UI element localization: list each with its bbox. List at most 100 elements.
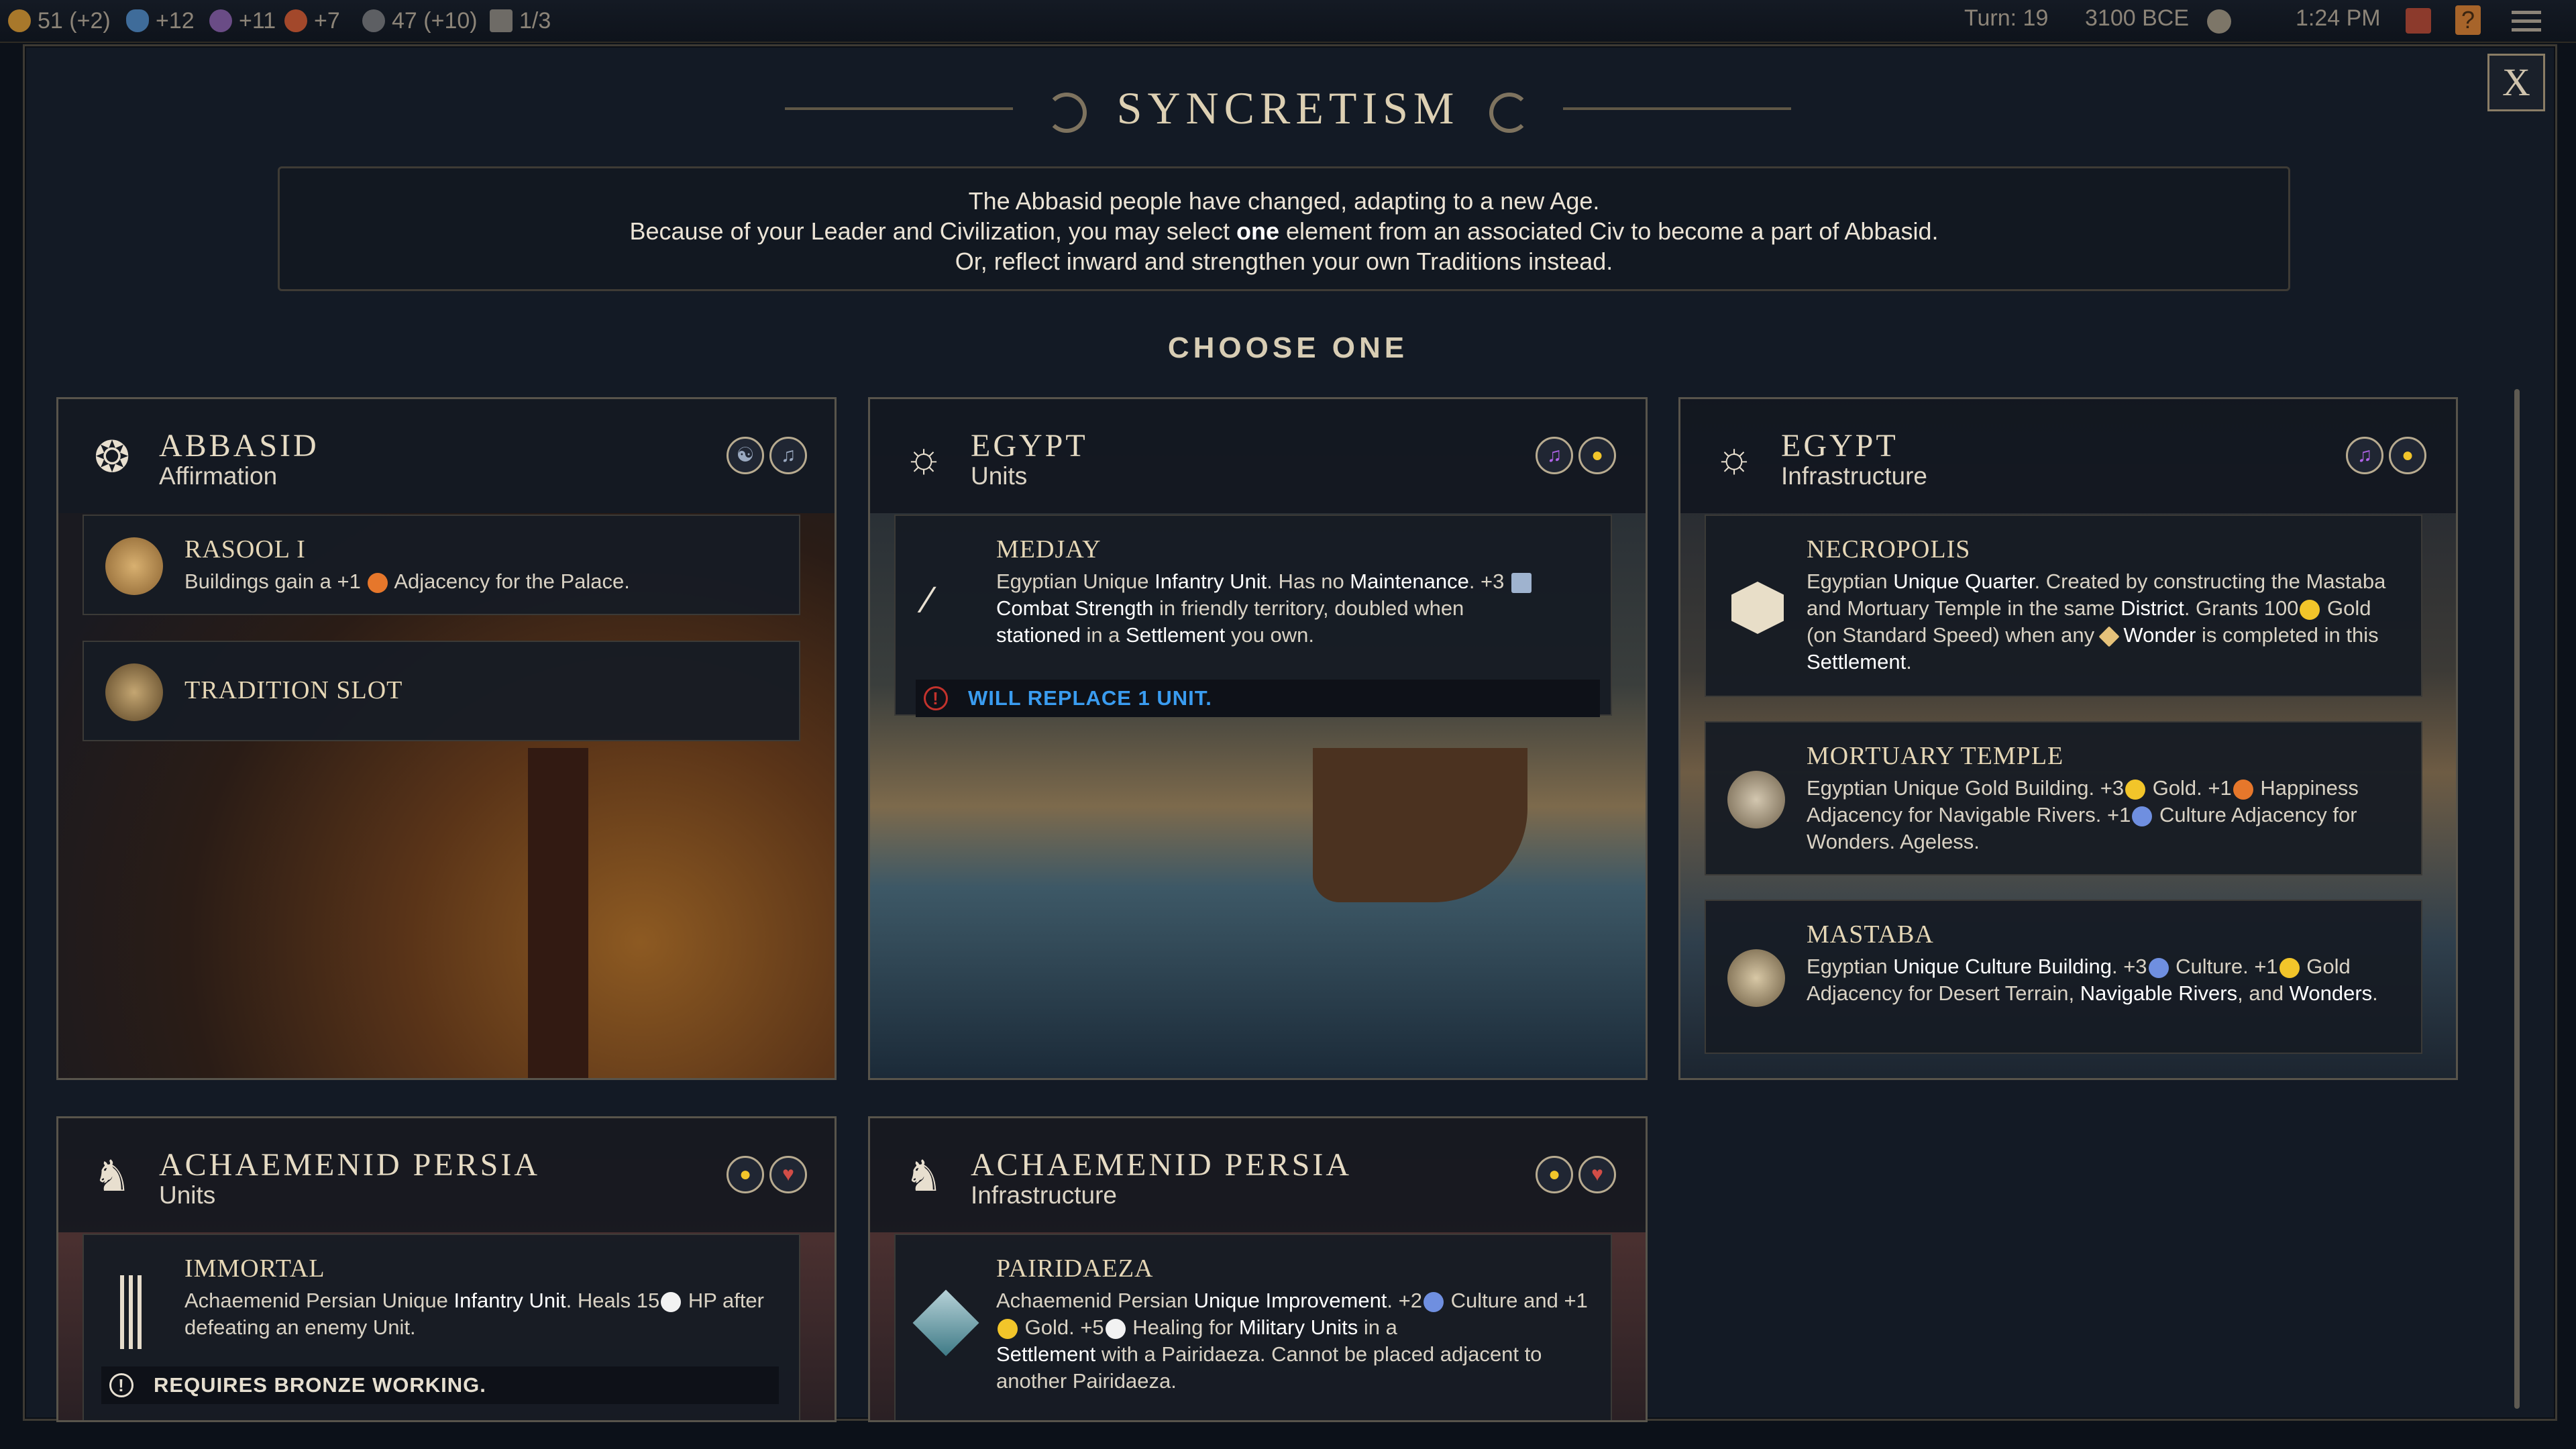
entry-name: MORTUARY TEMPLE [1807,742,2064,770]
card-civ-name: EGYPT [1781,428,1898,464]
choose-one-heading: CHOOSE ONE [1167,331,1409,364]
pairidaeza-icon [912,1289,979,1356]
intro-line-1: The Abbasid people have changed, adaptin… [968,187,1600,215]
entry-tradition-slot[interactable]: TRADITION SLOT [83,641,800,741]
gold-badge-icon: ● [1578,437,1616,474]
entry-name: RASOOL I [184,535,306,564]
gold-icon [2279,957,2300,978]
clock-time: 1:24 PM [2296,5,2381,31]
culture-badge-icon: ♫ [1536,437,1573,474]
egypt-eye-emblem-icon: ☼ [904,433,944,481]
top-status-bar: 51 (+2) +12 +11 +7 47 (+10) 1/3 Turn: 19… [0,0,2576,43]
science-stat[interactable]: +12 [126,7,195,35]
title-ornament-right [1563,107,1791,110]
culture-icon [2148,957,2169,978]
culture-note-icon [209,9,232,32]
gold-coin-icon [8,9,31,32]
entry-description: Egyptian Unique Quarter. Created by cons… [1807,570,2386,674]
entry-name: NECROPOLIS [1807,535,1971,564]
medjay-spear-icon: ⁄ [925,578,932,621]
gold-badge-icon: ● [2389,437,2426,474]
mastaba-icon [1727,949,1785,1007]
science-flask-icon [126,9,149,32]
culture-badge-icon: ♫ [2346,437,2383,474]
intro-panel: The Abbasid people have changed, adaptin… [278,166,2290,291]
health-heart-icon [661,1291,682,1312]
turn-counter: Turn: 19 [1964,5,2049,31]
boat-art [1313,748,1527,902]
year-display: 3100 BCE [2085,5,2189,31]
card-civ-name: ACHAEMENID PERSIA [971,1147,1352,1183]
persia-lion-emblem-icon: ♞ [904,1152,943,1200]
expansion-badge-icon: ♫ [769,437,807,474]
military-badge-icon: ♥ [1578,1156,1616,1193]
happiness-icon [368,572,388,593]
entry-name: MASTABA [1807,920,1934,949]
gold-badge-icon: ● [1536,1156,1573,1193]
culture-icon [2132,806,2153,826]
diplomacy-badge-icon: ☯ [727,437,764,474]
entry-description: Egyptian Unique Infantry Unit. Has no Ma… [996,568,1593,649]
title-ornament-right-curl [1489,93,1529,133]
influence-stat[interactable]: 47 (+10) [362,7,478,35]
military-badge-icon: ♥ [769,1156,807,1193]
entry-description: Achaemenid Persian Unique Improvement. +… [996,1289,1588,1393]
entry-description: Buildings gain a +1 Adjacency for the Pa… [184,570,630,593]
settlement-stat[interactable]: 1/3 [490,7,551,35]
card-category: Units [971,462,1028,490]
card-civ-name: ACHAEMENID PERSIA [159,1147,541,1183]
leader-icon[interactable] [2406,8,2431,34]
entry-description: Egyptian Unique Gold Building. +3 Gold. … [1807,776,2359,853]
gold-badge-icon: ● [727,1156,764,1193]
wonder-icon [2098,626,2120,647]
card-category: Infrastructure [1781,462,1927,490]
gold-stat[interactable]: 51 (+2) [8,7,111,35]
entry-name: PAIRIDAEZA [996,1254,1154,1283]
culture-stat[interactable]: +11 [209,7,276,35]
persia-lion-emblem-icon: ♞ [93,1152,131,1200]
card-egypt-infrastructure[interactable]: ☼ EGYPT Infrastructure ♫ ● NECROPOLIS Eg… [1678,397,2458,1080]
card-category: Infrastructure [971,1181,1117,1209]
warning-icon: ! [924,686,948,710]
card-egypt-units[interactable]: ☼ EGYPT Units ♫ ● ⁄ MEDJAY Egyptian Uniq… [868,397,1648,1080]
entry-rasool-i[interactable]: RASOOL I Buildings gain a +1 Adjacency f… [83,515,800,615]
mortuary-temple-icon [1727,771,1785,828]
gold-icon [2300,599,2320,620]
entry-mortuary-temple[interactable]: MORTUARY TEMPLE Egyptian Unique Gold Bui… [1705,721,2422,875]
tradition-slot-icon [105,663,163,721]
entry-name: MEDJAY [996,535,1102,564]
warning-icon: ! [109,1373,133,1397]
entry-pairidaeza[interactable]: PAIRIDAEZA Achaemenid Persian Unique Imp… [894,1234,1612,1420]
entry-name: TRADITION SLOT [184,676,403,704]
menu-icon[interactable] [2512,8,2541,32]
culture-icon [1424,1291,1444,1312]
necropolis-icon [1731,582,1784,634]
card-abbasid-affirmation[interactable]: ❂ ABBASID Affirmation ☯ ♫ RASOOL I Build… [56,397,837,1080]
happiness-stat[interactable]: +7 [284,7,340,35]
health-heart-icon [1105,1318,1126,1339]
entry-name: IMMORTAL [184,1254,325,1283]
abbasid-emblem-icon: ❂ [94,433,130,481]
help-icon[interactable]: ? [2455,5,2481,35]
card-category: Affirmation [159,462,278,490]
card-list-scroll-thumb[interactable] [2514,389,2520,1409]
card-civ-name: ABBASID [159,428,319,464]
intro-line-3: Or, reflect inward and strengthen your o… [955,248,1613,275]
gold-icon [998,1318,1018,1339]
happiness-icon [2233,779,2253,800]
age-progress-icon[interactable] [2207,9,2231,34]
entry-mastaba[interactable]: MASTABA Egyptian Unique Culture Building… [1705,900,2422,1054]
immortal-spear-icon [117,1275,144,1349]
settlement-icon [490,9,513,32]
gold-icon [2125,779,2146,800]
entry-description: Egyptian Unique Culture Building. +3 Cul… [1807,955,2378,1005]
entry-necropolis[interactable]: NECROPOLIS Egyptian Unique Quarter. Crea… [1705,515,2422,697]
egypt-eye-emblem-icon: ☼ [1714,433,1754,481]
card-category: Units [159,1181,216,1209]
card-civ-name: EGYPT [971,428,1088,464]
warning-requires-tech: ! REQUIRES BRONZE WORKING. [101,1366,779,1404]
card-persia-units[interactable]: ♞ ACHAEMENID PERSIA Units ● ♥ IMMORTAL A… [56,1116,837,1422]
combat-strength-icon [1511,572,1532,593]
influence-globe-icon [362,9,385,32]
card-persia-infrastructure[interactable]: ♞ ACHAEMENID PERSIA Infrastructure ● ♥ P… [868,1116,1648,1422]
